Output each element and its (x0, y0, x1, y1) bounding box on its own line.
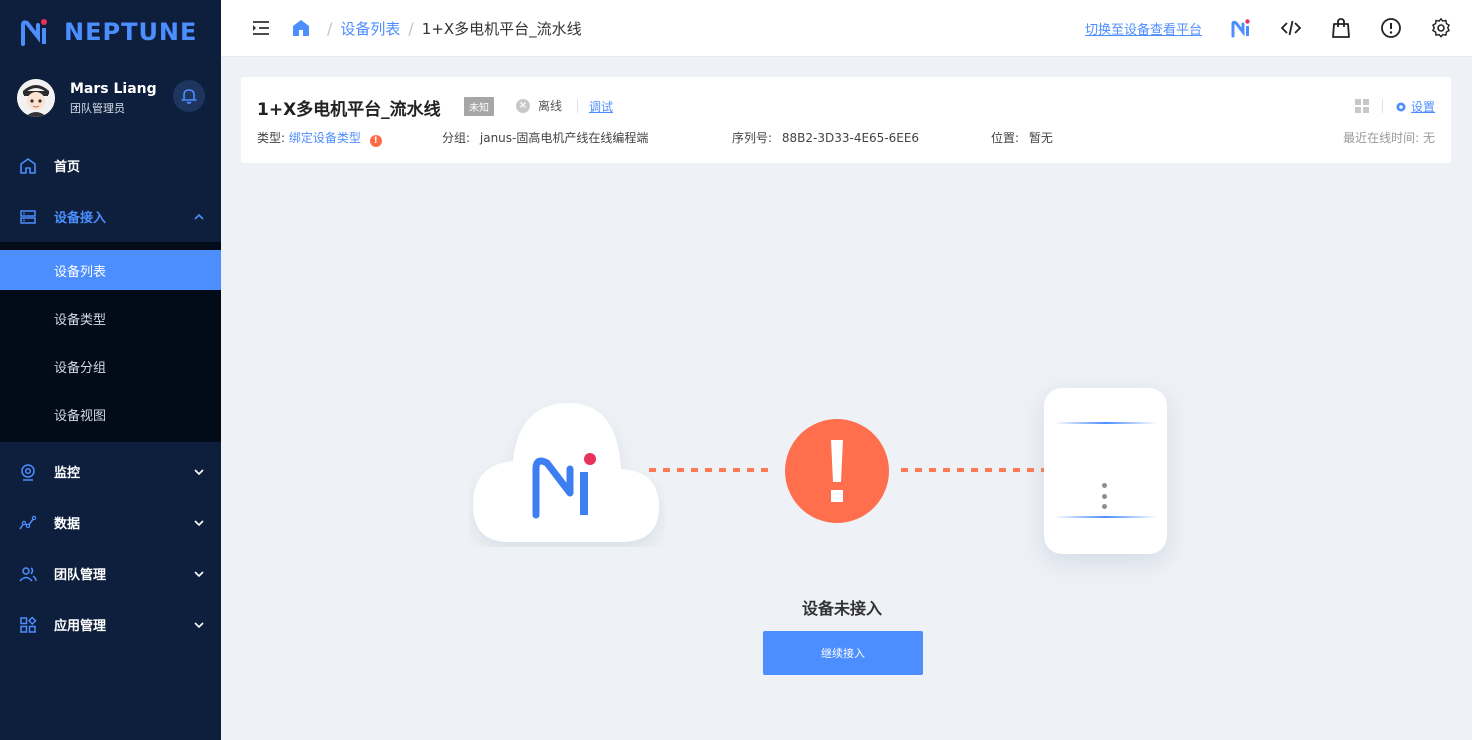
indicator-dot (1102, 494, 1107, 499)
brand-name: NEPTUNE (64, 18, 198, 46)
camera-icon (18, 462, 38, 482)
sidebar-item-team[interactable]: 团队管理 (0, 548, 221, 599)
type-label: 类型: (257, 131, 286, 145)
status-badge: 未知 (464, 97, 494, 116)
menu-fold-icon (253, 21, 269, 35)
notification-button[interactable] (173, 80, 205, 112)
user-role: 团队管理员 (70, 101, 125, 115)
sidebar-nav-lower: 监控 数据 团队管理 应用管理 (0, 446, 221, 650)
device-info-card: 1+X多电机平台_流水线 未知 × 离线 调试 设置 类型: 绑定设备类型 ! … (241, 77, 1451, 163)
sidebar-item-label: 设备接入 (54, 211, 107, 226)
home-outline-icon (18, 156, 38, 176)
sidebar-item-device-type[interactable]: 设备类型 (0, 298, 221, 338)
continue-connect-button[interactable]: 继续接入 (763, 631, 923, 675)
breadcrumb-separator: / (327, 18, 333, 38)
home-icon[interactable] (291, 18, 311, 38)
settings-label: 设置 (1410, 100, 1435, 114)
connection-line-right (901, 468, 1044, 472)
chevron-down-icon (194, 571, 204, 578)
indicator-dot (1102, 483, 1107, 488)
sidebar-item-device-list[interactable]: 设备列表 (0, 250, 221, 290)
chevron-down-icon (194, 469, 204, 476)
line-chart-icon (18, 513, 38, 533)
info-alert-icon[interactable] (1380, 17, 1402, 39)
sidebar-item-label: 应用管理 (54, 619, 107, 634)
cloud-icon (473, 403, 659, 542)
last-online-time: 最近在线时间: 无 (1343, 131, 1435, 145)
breadcrumb-current: 1+X多电机平台_流水线 (421, 19, 582, 38)
serial-field: 序列号: 88B2-3D33-4E65-6EE6 (732, 129, 919, 146)
users-icon (18, 564, 38, 584)
device-title: 1+X多电机平台_流水线 (257, 100, 441, 120)
apps-grid-icon (18, 615, 38, 635)
gear-small-icon (1396, 102, 1406, 111)
sidebar-nav: 首页 设备接入 (0, 140, 221, 242)
chevron-down-icon (194, 520, 204, 527)
device-group-field: 分组: janus-固高电机产线在线编程端 (442, 129, 648, 146)
settings-link[interactable]: 设置 (1395, 98, 1435, 115)
sidebar-item-label: 数据 (54, 517, 81, 532)
user-name: Mars Liang (70, 80, 157, 97)
breadcrumb-separator: / (408, 18, 414, 38)
device-access-submenu: 设备列表 设备类型 设备分组 设备视图 (0, 242, 221, 442)
device-light-top (1054, 422, 1157, 424)
top-bar: / 设备列表 / 1+X多电机平台_流水线 切换至设备查看平台 (221, 0, 1472, 57)
user-panel: Mars Liang 团队管理员 (0, 64, 221, 132)
warning-icon: ! (369, 135, 382, 147)
neptune-app-icon[interactable] (1230, 17, 1252, 39)
connection-line-left (649, 468, 775, 472)
logo[interactable]: NEPTUNE (0, 0, 221, 64)
gear-icon[interactable] (1430, 17, 1452, 39)
sidebar-item-label: 监控 (54, 466, 81, 481)
switch-platform-link[interactable]: 切换至设备查看平台 (1085, 19, 1202, 38)
sidebar-item-label: 首页 (54, 160, 81, 175)
sidebar-item-monitor[interactable]: 监控 (0, 446, 221, 497)
sidebar-item-device-group[interactable]: 设备分组 (0, 346, 221, 386)
sidebar-item-home[interactable]: 首页 (0, 140, 221, 191)
group-label: 分组: (442, 131, 471, 145)
sidebar-item-label: 团队管理 (54, 568, 107, 583)
code-icon[interactable] (1280, 17, 1302, 39)
indicator-dot (1102, 504, 1107, 509)
bind-device-type-link[interactable]: 绑定设备类型 (289, 131, 361, 145)
sidebar: NEPTUNE Mars Liang 团队管理员 首页 设备接入 设备列表 设备… (0, 0, 221, 740)
grid-view-icon[interactable] (1355, 99, 1369, 113)
breadcrumb-device-list[interactable]: 设备列表 (340, 18, 400, 39)
location-value: 暂无 (1028, 131, 1053, 145)
group-value: janus-固高电机产线在线编程端 (479, 131, 649, 145)
neptune-logo-icon (21, 19, 47, 46)
location-label: 位置: (991, 131, 1020, 145)
device-light-bottom (1054, 516, 1157, 518)
chevron-up-icon (194, 213, 204, 220)
avatar[interactable] (17, 79, 55, 117)
device-hardware-icon (1044, 388, 1167, 554)
divider (1382, 99, 1383, 113)
server-icon (18, 207, 38, 227)
chevron-down-icon (194, 622, 204, 629)
serial-label: 序列号: (732, 131, 773, 145)
menu-toggle-button[interactable] (251, 18, 271, 38)
sidebar-item-device-access[interactable]: 设备接入 (0, 191, 221, 242)
connection-illustration: 设备未接入 继续接入 (241, 163, 1451, 740)
top-actions: 切换至设备查看平台 (1085, 17, 1472, 39)
bell-icon (181, 89, 197, 104)
debug-link[interactable]: 调试 (589, 98, 613, 115)
divider (577, 99, 578, 113)
offline-status: × 离线 (516, 97, 562, 114)
shopping-bag-icon[interactable] (1330, 17, 1352, 39)
device-type-field: 类型: 绑定设备类型 ! (257, 129, 382, 147)
location-field: 位置: 暂无 (991, 129, 1053, 146)
sidebar-item-apps[interactable]: 应用管理 (0, 599, 221, 650)
sidebar-item-data[interactable]: 数据 (0, 497, 221, 548)
close-circle-icon: × (516, 98, 530, 113)
offline-label: 离线 (538, 99, 563, 113)
connection-status-title: 设备未接入 (801, 599, 882, 618)
serial-value: 88B2-3D33-4E65-6EE6 (781, 131, 920, 145)
alert-icon (785, 419, 889, 523)
sidebar-item-device-view[interactable]: 设备视图 (0, 394, 221, 434)
